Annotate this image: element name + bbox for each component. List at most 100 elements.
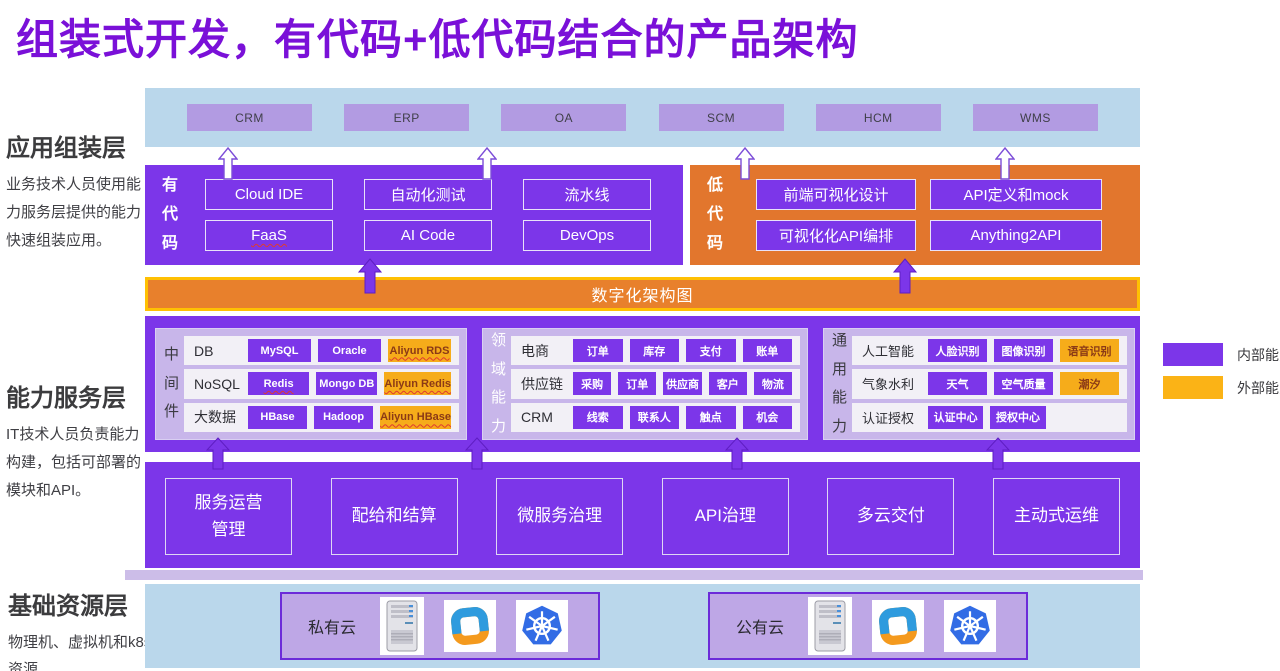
app-button-oa: OA <box>501 104 626 131</box>
pro-code-tool: FaaS <box>205 220 333 251</box>
up-arrow-icon <box>986 437 1010 470</box>
capability-chip-label: 语音识别 <box>1068 343 1112 359</box>
up-arrow-icon <box>995 147 1015 180</box>
capability-chip: Aliyun HBase <box>380 406 451 429</box>
capability-row: DBMySQLOracleAliyun RDS <box>184 336 459 365</box>
capability-service-container: 中间件DBMySQLOracleAliyun RDSNoSQLRedisMong… <box>145 316 1140 452</box>
capability-rows: 人工智能人脸识别图像识别语音识别气象水利天气空气质量潮汐认证授权认证中心授权中心 <box>852 336 1127 432</box>
low-code-tool: Anything2API <box>930 220 1102 251</box>
capability-chip-label: 潮汐 <box>1079 376 1101 392</box>
capability-chip-label: 联系人 <box>638 409 671 425</box>
capability-chip-label: 物流 <box>762 376 784 392</box>
capability-chip-label: Aliyun Redis <box>384 378 451 390</box>
capability-chip: 人脸识别 <box>928 339 987 362</box>
capability-chips: MySQLOracleAliyun RDS <box>248 339 451 362</box>
capability-chip-label: 采购 <box>581 376 603 392</box>
capability-chips: 线索联系人触点机会 <box>573 406 792 429</box>
capability-chip-label: 天气 <box>947 376 969 392</box>
capability-chip-label: 订单 <box>626 376 648 392</box>
capability-chip: Aliyun RDS <box>388 339 451 362</box>
low-code-tool: 前端可视化设计 <box>756 179 916 210</box>
low-code-tool-label: 可视化化API编排 <box>779 225 893 246</box>
capability-row: NoSQLRedisMongo DBAliyun Redis <box>184 369 459 398</box>
kubernetes-icon <box>516 600 568 652</box>
service-box: 配给和结算 <box>331 478 458 555</box>
cloud-box-0: 私有云 <box>280 592 600 660</box>
capability-chips: 天气 空气质量 潮汐 <box>928 372 1119 395</box>
pro-code-block: 有代码 Cloud IDE自动化测试流水线FaaSAI CodeDevOps <box>145 165 683 265</box>
resource-layer-description: 物理机、虚拟机和k8s资源 <box>8 629 158 671</box>
capability-chip: 授权中心 <box>990 406 1045 429</box>
low-code-tool-label: API定义和mock <box>963 184 1068 205</box>
capability-chips: 人脸识别图像识别语音识别 <box>928 339 1119 362</box>
capability-rows: DBMySQLOracleAliyun RDSNoSQLRedisMongo D… <box>184 336 459 432</box>
service-box: 微服务治理 <box>496 478 623 555</box>
capability-row: 气象水利天气空气质量潮汐 <box>852 369 1127 398</box>
capability-row: 人工智能人脸识别图像识别语音识别 <box>852 336 1127 365</box>
services-row: 服务运营 管理配给和结算微服务治理API治理多云交付主动式运维 <box>145 462 1140 568</box>
capability-chip-label: 人脸识别 <box>936 343 980 359</box>
capability-chip: 线索 <box>573 406 623 429</box>
pro-code-grid: Cloud IDE自动化测试流水线FaaSAI CodeDevOps <box>205 179 651 251</box>
capability-chip: 空气质量 <box>994 372 1053 395</box>
capability-row: 认证授权认证中心授权中心 <box>852 403 1127 432</box>
legend-item: 内部能力 <box>1163 343 1280 366</box>
capability-chip-label: 触点 <box>700 409 722 425</box>
vmware-icon <box>444 600 496 652</box>
legend-label: 内部能力 <box>1237 345 1280 365</box>
pro-code-tool-label: Cloud IDE <box>235 186 303 203</box>
pro-code-tool: AI Code <box>364 220 492 251</box>
capability-chip: Aliyun Redis <box>384 372 451 395</box>
capability-row-name: 供应链 <box>521 374 573 394</box>
capability-chip-label: 客户 <box>717 376 739 392</box>
pro-code-tool-label: AI Code <box>401 227 455 244</box>
capability-chip-label: 授权中心 <box>996 409 1040 425</box>
capability-panel-2: 通用能力人工智能人脸识别图像识别语音识别气象水利天气空气质量潮汐认证授权认证中心… <box>823 328 1135 440</box>
pro-code-tool: DevOps <box>523 220 651 251</box>
capability-chip: 客户 <box>709 372 747 395</box>
capability-chip-label: Hadoop <box>323 411 364 423</box>
pro-code-label: 有代码 <box>161 172 179 258</box>
capability-chip: Redis <box>248 372 309 395</box>
vmware-icon <box>872 600 924 652</box>
low-code-label: 低代码 <box>706 172 724 258</box>
capability-chip: Mongo DB <box>316 372 377 395</box>
capability-chip: 潮汐 <box>1060 372 1119 395</box>
capability-rows: 电商订单库存支付账单供应链采购订单供应商客户物流CRM线索联系人触点机会 <box>511 336 800 432</box>
capability-chip: Oracle <box>318 339 381 362</box>
pro-code-tool: 自动化测试 <box>364 179 492 210</box>
legend-swatch <box>1163 343 1223 366</box>
capability-panel-label: 中间件 <box>163 341 180 427</box>
app-layer-description: 业务技术人员使用能力服务层提供的能力快速组装应用。 <box>6 171 148 254</box>
cloud-label: 公有云 <box>736 614 784 638</box>
capability-chips: HBase Hadoop Aliyun HBase <box>248 406 451 429</box>
legend-label: 外部能力 <box>1237 378 1280 398</box>
app-layer-title: 应用组装层 <box>6 128 148 163</box>
capability-chip: Hadoop <box>314 406 373 429</box>
low-code-grid: 前端可视化设计 API定义和mock 可视化化API编排 Anything2API <box>756 179 1102 251</box>
capability-chip: 语音识别 <box>1060 339 1119 362</box>
capability-chip-label: 账单 <box>756 343 778 359</box>
cloud-label: 私有云 <box>308 614 356 638</box>
kubernetes-icon <box>944 600 996 652</box>
capability-chip: 支付 <box>686 339 736 362</box>
digital-architecture-label: 数字化架构图 <box>591 282 693 306</box>
service-box: API治理 <box>662 478 789 555</box>
resource-bar: 私有云 公有云 <box>145 584 1140 668</box>
capability-chips: 订单库存支付账单 <box>573 339 792 362</box>
app-button-hcm: HCM <box>816 104 941 131</box>
capability-row-name: DB <box>194 343 248 359</box>
low-code-tool: 可视化化API编排 <box>756 220 916 251</box>
capability-chip: HBase <box>248 406 307 429</box>
capability-chip: 供应商 <box>663 372 701 395</box>
up-arrow-icon <box>358 258 382 294</box>
capability-row: 大数据HBaseHadoopAliyun HBase <box>184 403 459 432</box>
capability-chip-label: 库存 <box>643 343 665 359</box>
capability-chip: 物流 <box>754 372 792 395</box>
capability-chip: 图像识别 <box>994 339 1053 362</box>
resource-layer-title: 基础资源层 <box>8 586 158 621</box>
capability-chip: 认证中心 <box>928 406 983 429</box>
low-code-tool: API定义和mock <box>930 179 1102 210</box>
capability-chip: 库存 <box>630 339 680 362</box>
capability-row: 电商订单库存支付账单 <box>511 336 800 365</box>
